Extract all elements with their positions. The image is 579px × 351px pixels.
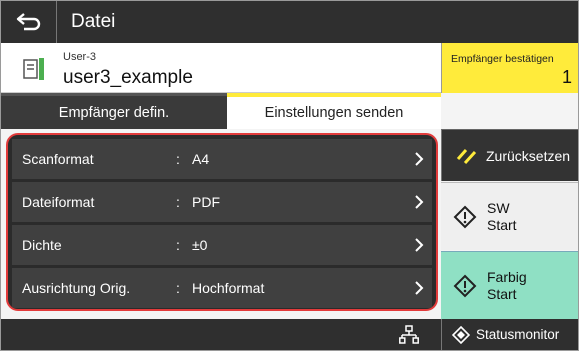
chevron-right-icon <box>415 152 424 166</box>
status-monitor-icon <box>452 325 470 344</box>
setting-row-file-format[interactable]: Dateiformat : PDF <box>12 182 432 222</box>
status-monitor-button[interactable]: Statusmonitor <box>441 319 578 350</box>
color-start-button[interactable]: Farbig Start <box>441 251 578 319</box>
back-button[interactable] <box>1 1 57 43</box>
separator: : <box>176 194 180 210</box>
start-diamond-icon <box>453 274 477 297</box>
recipient-name: user3_example <box>63 67 193 88</box>
separator: : <box>176 151 180 167</box>
setting-row-orientation[interactable]: Ausrichtung Orig. : Hochformat <box>12 268 432 308</box>
setting-label: Dateiformat <box>22 194 95 210</box>
setting-label: Ausrichtung Orig. <box>22 280 131 296</box>
confirm-recipients-button[interactable]: Empfänger bestätigen 1 <box>441 43 578 93</box>
setting-value: Hochformat <box>192 280 265 296</box>
color-start-line1: Farbig <box>487 268 527 285</box>
device-screen: Datei User-3 user3_example Empfänger bes… <box>0 0 579 351</box>
tab-bar: Empfänger defin. Einstellungen senden <box>1 93 441 129</box>
reset-button[interactable]: Zurücksetzen <box>441 129 578 181</box>
setting-value: A4 <box>192 151 210 167</box>
settings-list: Scanformat : A4 Dateiformat : PDF Dichte… <box>6 133 438 311</box>
tab-send-settings[interactable]: Einstellungen senden <box>227 93 441 129</box>
bw-start-button[interactable]: SW Start <box>441 182 578 250</box>
setting-value: ±0 <box>192 237 208 253</box>
top-bar: Datei <box>1 1 578 43</box>
chevron-right-icon <box>415 238 424 252</box>
reset-label: Zurücksetzen <box>486 147 571 164</box>
status-monitor-label: Statusmonitor <box>476 327 560 342</box>
recipient-sub-label: User-3 <box>63 51 97 63</box>
start-diamond-icon <box>453 205 477 228</box>
setting-row-scan-size[interactable]: Scanformat : A4 <box>12 139 432 179</box>
back-arrow-icon <box>16 13 40 31</box>
document-icon <box>23 58 44 80</box>
tab-specify-recipient[interactable]: Empfänger defin. <box>1 93 227 129</box>
separator: : <box>176 280 180 296</box>
bottom-bar: Statusmonitor <box>1 319 578 350</box>
recipient-field[interactable]: User-3 user3_example <box>1 43 441 93</box>
reset-slash-icon <box>456 148 477 164</box>
setting-label: Scanformat <box>22 151 94 167</box>
network-icon <box>399 325 419 344</box>
chevron-right-icon <box>415 281 424 295</box>
color-start-line2: Start <box>487 285 517 302</box>
chevron-right-icon <box>415 195 424 209</box>
confirm-recipients-label: Empfänger bestätigen <box>451 53 554 65</box>
bw-start-line1: SW <box>487 199 510 216</box>
recipient-count: 1 <box>561 67 572 87</box>
setting-value: PDF <box>192 194 220 210</box>
setting-row-density[interactable]: Dichte : ±0 <box>12 225 432 265</box>
page-title: Datei <box>71 11 116 32</box>
separator: : <box>176 237 180 253</box>
bw-start-line2: Start <box>487 216 517 233</box>
setting-label: Dichte <box>22 237 62 253</box>
